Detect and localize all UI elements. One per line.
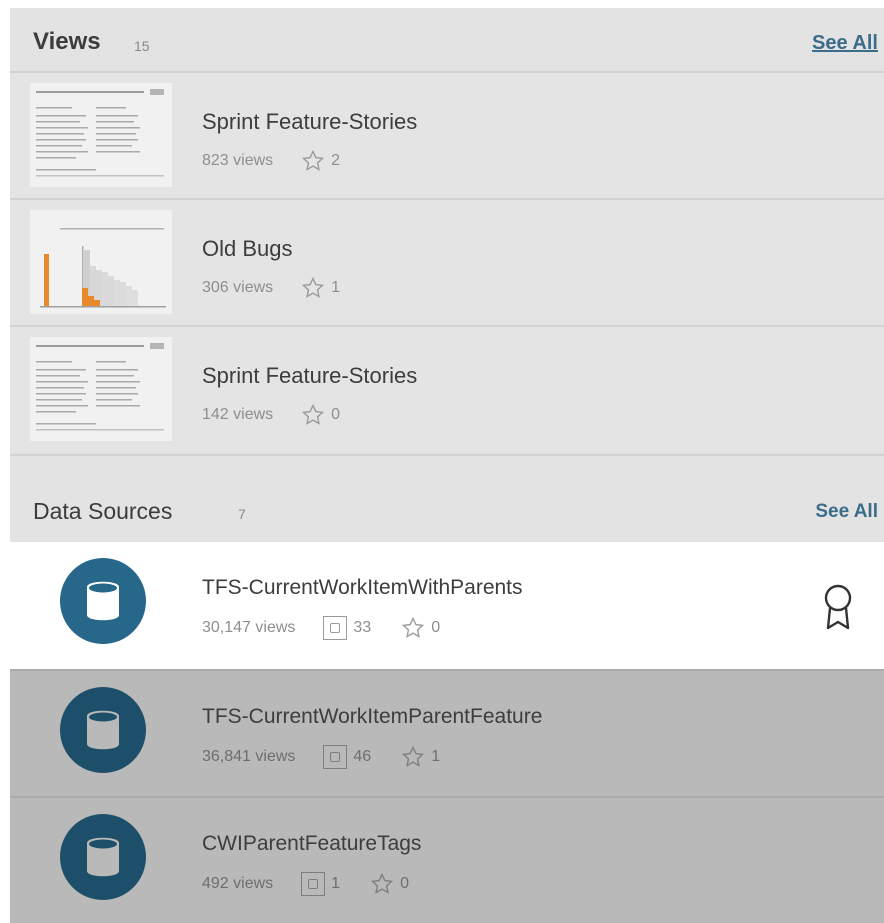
star-count: 1: [431, 748, 441, 765]
data-source-row[interactable]: CWIParentFeatureTags 492 views 1 0: [10, 796, 884, 923]
star-count: 1: [331, 279, 341, 296]
star-icon[interactable]: [401, 745, 425, 769]
connections-count: 1: [331, 875, 341, 892]
content-panel: Views 15 See All Sprint Feature-Stories …: [10, 8, 884, 923]
view-count: 492 views: [202, 875, 274, 892]
star-icon[interactable]: [301, 276, 325, 300]
views-section-header: Views 15 See All: [10, 8, 884, 68]
view-thumbnail: [30, 83, 172, 187]
views-section-title: Views: [33, 28, 101, 55]
data-source-meta: 30,147 views 33 0: [202, 616, 440, 640]
view-row[interactable]: Sprint Feature-Stories 142 views 0: [10, 325, 884, 452]
view-row[interactable]: Sprint Feature-Stories 823 views 2: [10, 71, 884, 198]
star-icon[interactable]: [370, 872, 394, 896]
star-count: 2: [331, 152, 341, 169]
connections-icon: [301, 872, 326, 896]
data-sources-count: 7: [238, 506, 246, 522]
database-icon: [60, 687, 146, 773]
data-source-row[interactable]: TFS-CurrentWorkItemParentFeature 36,841 …: [10, 669, 884, 796]
connections-count: 46: [353, 748, 372, 765]
data-source-title[interactable]: TFS-CurrentWorkItemParentFeature: [202, 705, 542, 729]
view-count: 30,147 views: [202, 619, 296, 636]
view-count: 36,841 views: [202, 748, 296, 765]
star-count: 0: [431, 619, 441, 636]
view-title[interactable]: Sprint Feature-Stories: [202, 109, 417, 135]
connections-icon: [323, 745, 348, 769]
star-count: 0: [331, 406, 341, 423]
view-meta: 823 views 2: [202, 149, 340, 173]
view-meta: 142 views 0: [202, 403, 340, 427]
connections-icon: [323, 616, 348, 640]
star-icon[interactable]: [301, 403, 325, 427]
view-thumbnail: [30, 210, 172, 314]
data-source-row-selected[interactable]: TFS-CurrentWorkItemWithParents 30,147 vi…: [10, 542, 884, 669]
data-sources-section-title: Data Sources: [33, 498, 173, 524]
data-source-meta: 36,841 views 46 1: [202, 745, 440, 769]
connections-count: 33: [353, 619, 372, 636]
table-thumbnail-icon: [36, 343, 164, 431]
data-source-meta: 492 views 1 0: [202, 872, 409, 896]
view-row[interactable]: Old Bugs 306 views 1: [10, 198, 884, 325]
view-thumbnail: [30, 337, 172, 441]
views-count: 15: [134, 38, 150, 54]
data-source-title[interactable]: CWIParentFeatureTags: [202, 832, 421, 856]
view-title[interactable]: Old Bugs: [202, 236, 293, 262]
bar-chart-thumbnail-icon: [40, 228, 166, 308]
star-icon[interactable]: [301, 149, 325, 173]
data-sources-section-header: Data Sources 7 See All: [10, 454, 884, 542]
certified-badge-icon: [824, 584, 852, 630]
star-icon[interactable]: [401, 616, 425, 640]
view-count: 142 views: [202, 406, 274, 423]
view-count: 306 views: [202, 279, 274, 296]
database-icon: [60, 558, 146, 644]
data-source-title[interactable]: TFS-CurrentWorkItemWithParents: [202, 576, 523, 600]
star-count: 0: [400, 875, 409, 892]
views-see-all-link[interactable]: See All: [812, 32, 878, 55]
view-meta: 306 views 1: [202, 276, 340, 300]
data-sources-see-all-link[interactable]: See All: [815, 501, 878, 523]
view-count: 823 views: [202, 152, 274, 169]
database-icon: [60, 814, 146, 900]
table-thumbnail-icon: [36, 89, 164, 177]
view-title[interactable]: Sprint Feature-Stories: [202, 363, 417, 389]
